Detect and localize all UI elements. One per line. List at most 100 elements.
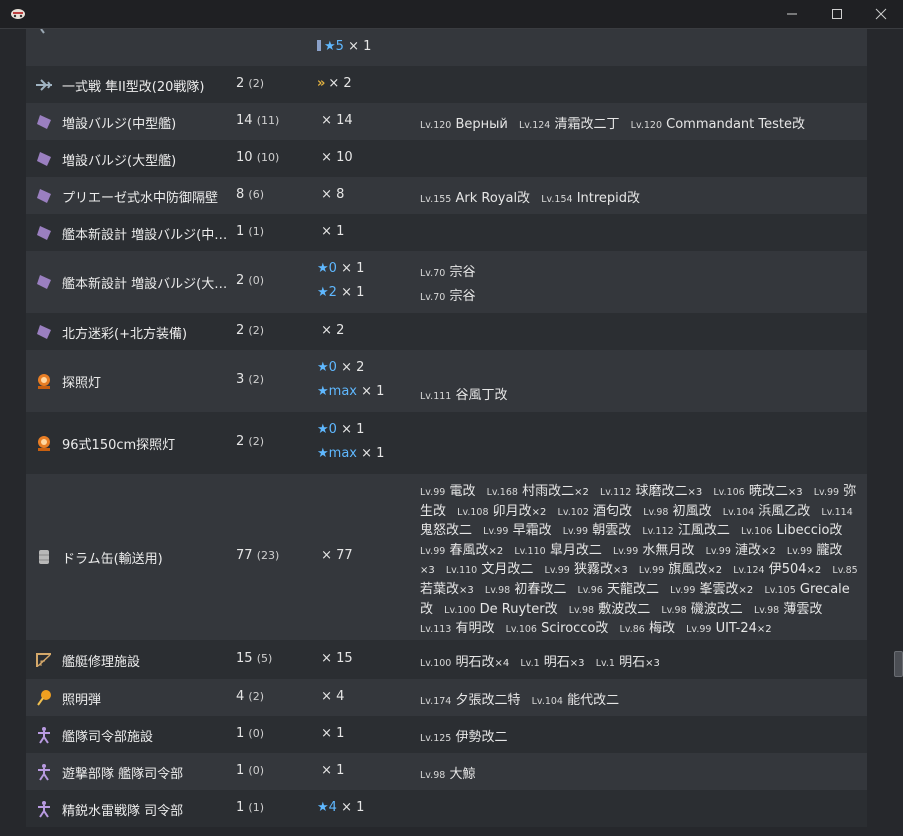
star-level: ★2 xyxy=(317,285,337,300)
equipment-count: 1 (0) xyxy=(236,726,306,741)
improvement-level: ★4 × 1 xyxy=(317,800,364,815)
maximize-button[interactable] xyxy=(815,0,859,28)
ship-entry: Lv.112 江風改二 xyxy=(642,523,730,538)
ship-level: Lv.106 xyxy=(740,526,773,538)
list-item[interactable]: 艦本新設計 増設バルジ(中型艦) 1 (1) × 1 xyxy=(26,214,867,251)
list-item[interactable]: 一式戦 隼II型改(20戦隊) 2 (2) » × 2 xyxy=(26,66,867,103)
ship-entry: Lv.110 文月改二 xyxy=(446,562,534,577)
level-count: × 1 xyxy=(341,285,365,300)
ship-entry: Lv.102 酒匂改 xyxy=(558,504,633,519)
minimize-button[interactable] xyxy=(770,0,814,28)
ship-entry: Lv.99 早霜改 xyxy=(483,523,551,538)
unused-count: (6) xyxy=(248,188,265,201)
list-item[interactable]: ドラム缶(輸送用) 77 (23) × 77 Lv.99 電改 Lv.168 村雨改… xyxy=(26,474,867,640)
ship-entry: Lv.112 球磨改二×3 xyxy=(600,484,702,499)
improvement-level: × 1 xyxy=(317,763,344,778)
star-level: ★max xyxy=(317,446,357,461)
close-button[interactable] xyxy=(859,0,903,28)
list-item[interactable]: 照明弾 4 (2) × 4 Lv.174 夕張改二特 Lv.104 能代改二 xyxy=(26,679,867,716)
equipment-count: 8 (6) xyxy=(236,187,306,202)
unused-count: (2) xyxy=(248,373,265,386)
list-item[interactable]: 増設バルジ(中型艦) 14 (11) × 14 Lv.120 Верный Lv.1… xyxy=(26,103,867,140)
level-count: × 2 xyxy=(341,360,365,375)
ship-multiplier: ×2 xyxy=(531,506,547,518)
level-count: × 1 xyxy=(341,261,365,276)
ship-entry: Lv.98 大鯨 xyxy=(420,767,475,782)
improvement-level: ★max × 1 xyxy=(317,446,384,461)
ship-name: 球磨改二 xyxy=(635,484,688,499)
equipment-count: 2 (2) xyxy=(236,434,306,449)
list-item[interactable]: 艦艇修理施設 15 (5) × 15 Lv.100 明石改×4 Lv.1 明石×3 … xyxy=(26,640,867,679)
ship-name: 明石 xyxy=(619,655,646,670)
list-item[interactable]: 北方迷彩(+北方装備) 2 (2) × 2 xyxy=(26,313,867,350)
total-count: 2 xyxy=(236,434,245,449)
ship-multiplier: ×2 xyxy=(806,565,822,577)
equipment-name: 艦本新設計 増設バルジ(中型艦) xyxy=(62,228,230,243)
improvement-level: × 15 xyxy=(317,651,353,666)
ship-entry: Lv.100 De Ruyter改 xyxy=(444,602,557,617)
ship-name: Intrepid改 xyxy=(576,191,641,206)
star-level: ★5 xyxy=(324,39,344,54)
equipment-name: 96式150cm探照灯 xyxy=(62,438,176,453)
ship-name: 朝雲改 xyxy=(592,523,632,539)
list-item[interactable]: 艦本新設計 増設バルジ(大型艦) 2 (0) ★0 × 1 Lv.70 宗谷 ★2 × … xyxy=(26,251,867,313)
ship-name: 酒匂改 xyxy=(593,503,633,519)
ship-name: 皐月改二 xyxy=(549,542,602,558)
ship-list: Lv.125 伊勢改二 xyxy=(420,726,515,745)
improvement-level: × 77 xyxy=(317,548,353,563)
list-item[interactable]: 艦隊司令部施設 1 (0) × 1 Lv.125 伊勢改二 xyxy=(26,716,867,753)
total-count: 4 xyxy=(236,689,245,704)
ship-name: 江風改二 xyxy=(677,523,730,539)
level-count: × 4 xyxy=(321,689,345,704)
ship-name: 春風改 xyxy=(449,542,489,558)
ship-name: 浜風乙改 xyxy=(758,503,811,519)
ship-name: 明石改 xyxy=(455,655,495,670)
ship-level: Lv.155 xyxy=(420,194,452,205)
searchlight-icon xyxy=(35,434,53,452)
equipment-count: 1 (1) xyxy=(236,800,306,815)
total-count: 2 xyxy=(236,273,245,288)
ship-entry: Lv.110 皐月改二 xyxy=(514,543,602,558)
list-item[interactable]: プリエーゼ式水中防御隔壁 8 (6) × 8 Lv.155 Ark Royal改 L… xyxy=(26,177,867,214)
total-count: 1 xyxy=(236,800,245,815)
ship-level: Lv.98 xyxy=(643,506,669,518)
command-facility-icon xyxy=(35,800,53,818)
scrollbar-thumb[interactable] xyxy=(894,651,903,677)
command-facility-icon xyxy=(35,763,53,781)
ship-multiplier: ×3 xyxy=(787,487,803,498)
ship-level: Lv.98 xyxy=(484,584,511,596)
equipment-list[interactable]: ★5 × 1 一式戦 隼II型改(20戦隊) 2 (2)» × 2 増設バルジ(中型艦… xyxy=(0,29,903,836)
list-item[interactable]: 遊撃部隊 艦隊司令部 1 (0) × 1 Lv.98 大鯨 xyxy=(26,753,867,790)
star-level: ★0 xyxy=(317,422,337,437)
star-level: ★max xyxy=(317,384,357,399)
ship-name: 狭霧改 xyxy=(573,562,613,578)
ship-level: Lv.96 xyxy=(577,584,603,596)
total-count: 77 xyxy=(236,548,253,563)
list-item[interactable]: 精鋭水雷戦隊 司令部 1 (1) ★4 × 1 xyxy=(26,790,867,827)
improvement-level: ★2 × 1 xyxy=(317,285,364,300)
list-item[interactable]: 96式150cm探照灯 2 (2) ★0 × 1 ★max × 1 xyxy=(26,412,867,474)
ship-entry: Lv.99 峯雲改×2 xyxy=(670,582,753,597)
bulge-icon xyxy=(35,273,53,291)
unused-count: (2) xyxy=(248,77,265,90)
ship-level: Lv.110 xyxy=(514,545,546,557)
ship-level: Lv.104 xyxy=(722,506,755,518)
ship-name: 漣改 xyxy=(735,542,762,558)
ship-entry: Lv.100 明石改×4 xyxy=(420,655,509,670)
ship-name: Ark Royal改 xyxy=(455,191,531,206)
improvement-level: × 2 xyxy=(317,323,344,338)
equipment-name: ドラム缶(輸送用) xyxy=(62,552,163,567)
equipment-count: 10 (10) xyxy=(236,150,306,165)
list-item[interactable]: 探照灯 3 (2) ★0 × 2 ★max × 1 Lv.111 谷風丁改 xyxy=(26,350,867,412)
ship-entry: Lv.86 梅改 xyxy=(620,621,675,636)
ship-level: Lv.112 xyxy=(599,487,632,498)
ship-level: Lv.98 xyxy=(568,604,595,616)
ship-entry: Lv.98 磯波改二 xyxy=(661,602,742,617)
ship-multiplier: ×2 xyxy=(738,584,754,596)
ship-level: Lv.100 xyxy=(420,658,452,669)
equipment-count: 3 (2) xyxy=(236,372,306,387)
unused-count: (2) xyxy=(248,690,265,703)
list-item[interactable]: 増設バルジ(大型艦) 10 (10) × 10 xyxy=(26,140,867,177)
searchlight-icon xyxy=(35,372,53,390)
equipment-name: 一式戦 隼II型改(20戦隊) xyxy=(62,80,205,95)
